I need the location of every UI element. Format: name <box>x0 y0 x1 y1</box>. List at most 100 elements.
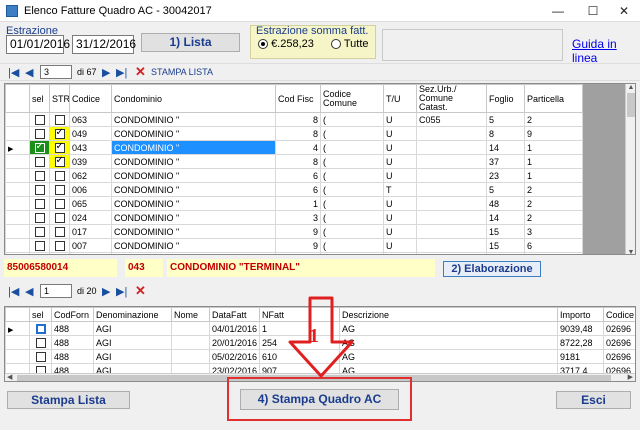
grid2-row-marker[interactable]: ▶ <box>5 321 30 336</box>
grid1-row[interactable]: ▶ 043CONDOMINIO "4(U 141 <box>5 140 583 155</box>
grid2-header-datafatt[interactable]: DataFatt <box>209 307 260 322</box>
sel-checkbox[interactable] <box>34 128 45 139</box>
grid2-header-codforn[interactable]: CodForn <box>51 307 94 322</box>
grid1-row-marker[interactable] <box>5 182 30 197</box>
sel-checkbox[interactable] <box>34 240 45 251</box>
sel-checkbox[interactable] <box>35 323 46 334</box>
grid1-sel-cell <box>29 196 50 211</box>
grid1-header-sel[interactable]: sel <box>29 84 50 113</box>
grid1-row[interactable]: 017 CONDOMINIO " 9(U 15 3 <box>5 224 583 239</box>
nav1-next-icon[interactable]: ▶ <box>102 66 110 79</box>
current-row-icon: ▶ <box>8 326 14 334</box>
sel-checkbox[interactable] <box>34 142 45 153</box>
somma-option-258[interactable]: €.258,23 <box>258 38 314 50</box>
grid1-row-marker[interactable] <box>5 168 30 183</box>
grid1-tu-cell: U <box>383 154 417 169</box>
str-checkbox[interactable] <box>54 240 65 251</box>
grid1-header-sez[interactable]: Sez.Urb./ Comune Catast. <box>416 84 487 113</box>
grid2-codforn-cell: 488 <box>51 321 94 336</box>
nav2-next-icon[interactable]: ▶ <box>102 285 110 298</box>
sel-checkbox[interactable] <box>34 226 45 237</box>
grid1-row[interactable]: 062 CONDOMINIO " 6(U 23 1 <box>5 168 583 183</box>
grid1-row-marker[interactable] <box>5 238 30 253</box>
grid1-row[interactable]: 007 CONDOMINIO " 9(U 15 6 <box>5 238 583 253</box>
grid1-row-marker[interactable] <box>5 196 30 211</box>
nav2-position-field[interactable]: 1 <box>40 284 72 298</box>
somma-option-tutte[interactable]: Tutte <box>331 38 369 50</box>
grid1-header-tu[interactable]: T/U <box>383 84 417 113</box>
str-checkbox[interactable] <box>54 114 65 125</box>
maximize-button[interactable]: ☐ <box>577 0 609 22</box>
grid2-header-nome[interactable]: Nome <box>171 307 210 322</box>
stampa-lista-button[interactable]: Stampa Lista <box>7 391 130 409</box>
grid1-header-comune[interactable]: Codice Comune <box>320 84 384 113</box>
sel-checkbox[interactable] <box>34 212 45 223</box>
lista-button[interactable]: 1) Lista <box>141 33 240 52</box>
elaborazione-button[interactable]: 2) Elaborazione <box>443 261 541 277</box>
grid2-row-marker[interactable] <box>5 349 30 364</box>
sel-checkbox[interactable] <box>34 184 45 195</box>
sel-checkbox[interactable] <box>34 198 45 209</box>
grid2-header-sel[interactable]: sel <box>29 307 52 322</box>
grid2-header-codice[interactable]: Codice <box>603 307 635 322</box>
grid1-row-marker[interactable] <box>5 224 30 239</box>
nav1-position-field[interactable]: 3 <box>40 65 72 79</box>
delete-icon[interactable]: ✕ <box>135 64 146 80</box>
grid1-header-str[interactable]: STR <box>49 84 70 113</box>
grid1-row[interactable]: 063 CONDOMINIO " 8(U C055 5 2 <box>5 112 583 127</box>
stampa-quadro-ac-button[interactable]: 4) Stampa Quadro AC <box>240 389 399 410</box>
nav2-last-icon[interactable]: ▶| <box>116 285 127 298</box>
grid1-row-marker[interactable]: ▶ <box>5 140 30 155</box>
minimize-button[interactable]: — <box>542 0 574 22</box>
date-to-field[interactable]: 31/12/2016 <box>72 35 136 54</box>
grid2-header-descrizione[interactable]: Descrizione <box>339 307 558 322</box>
str-checkbox[interactable] <box>54 226 65 237</box>
grid1-header-foglio[interactable]: Foglio <box>486 84 525 113</box>
str-checkbox[interactable] <box>54 128 65 139</box>
grid1-str-cell <box>49 252 70 254</box>
grid1-row-marker[interactable] <box>5 112 30 127</box>
str-checkbox[interactable] <box>54 142 65 153</box>
sel-checkbox[interactable] <box>34 170 45 181</box>
grid2-row-marker[interactable] <box>5 335 30 350</box>
nav2-first-icon[interactable]: |◀ <box>8 285 19 298</box>
str-checkbox[interactable] <box>54 212 65 223</box>
esci-button[interactable]: Esci <box>556 391 631 409</box>
grid1-row[interactable]: 024 CONDOMINIO " 3(U 14 2 <box>5 210 583 225</box>
guida-link[interactable]: Guida in linea <box>572 37 640 65</box>
close-button[interactable]: ✕ <box>608 0 640 22</box>
grid1-vscroll-thumb[interactable] <box>627 93 635 117</box>
grid1-row-marker[interactable] <box>5 154 30 169</box>
nav2-delete-icon[interactable]: ✕ <box>135 283 146 299</box>
grid1-row-marker[interactable] <box>5 210 30 225</box>
grid1-row[interactable]: 049CONDOMINIO "8(U89 <box>5 126 583 141</box>
sel-checkbox[interactable] <box>34 156 45 167</box>
sel-checkbox[interactable] <box>34 114 45 125</box>
grid2-header-importo[interactable]: Importo <box>557 307 604 322</box>
grid1-row[interactable]: 006 CONDOMINIO " 6(T 5 2 <box>5 182 583 197</box>
sel-checkbox[interactable] <box>35 337 46 348</box>
grid1-row[interactable]: 039CONDOMINIO "8(U 371 <box>5 154 583 169</box>
nav1-first-icon[interactable]: |◀ <box>8 66 19 79</box>
nav2-prev-icon[interactable]: ◀ <box>25 285 33 298</box>
str-checkbox[interactable] <box>54 198 65 209</box>
str-checkbox[interactable] <box>54 170 65 181</box>
grid1-row[interactable]: 035CONDOMINIO " LA PINETA "85000070015C0… <box>5 252 583 254</box>
stampa-lista-nav-button[interactable]: STAMPA LISTA <box>151 67 213 77</box>
grid2-header-denominazione[interactable]: Denominazione <box>93 307 172 322</box>
grid1-vscrollbar[interactable]: ▲ ▼ <box>625 84 635 254</box>
grid1-row-marker[interactable] <box>5 252 30 254</box>
nav1-last-icon[interactable]: ▶| <box>116 66 127 79</box>
grid1-row-marker[interactable] <box>5 126 30 141</box>
somma-label: Estrazione somma fatt. <box>256 25 369 37</box>
grid1-header-codice[interactable]: Codice <box>69 84 112 113</box>
date-from-field[interactable]: 01/01/2016 <box>6 35 70 54</box>
str-checkbox[interactable] <box>54 184 65 195</box>
sel-checkbox[interactable] <box>35 351 46 362</box>
grid1-header-condominio[interactable]: Condominio <box>111 84 276 113</box>
grid1-row[interactable]: 065 CONDOMINIO " 1(U 48 2 <box>5 196 583 211</box>
grid1-header-codfisc[interactable]: Cod Fisc <box>275 84 321 113</box>
str-checkbox[interactable] <box>54 156 65 167</box>
grid1-header-particella[interactable]: Particella <box>524 84 583 113</box>
nav1-prev-icon[interactable]: ◀ <box>25 66 33 79</box>
